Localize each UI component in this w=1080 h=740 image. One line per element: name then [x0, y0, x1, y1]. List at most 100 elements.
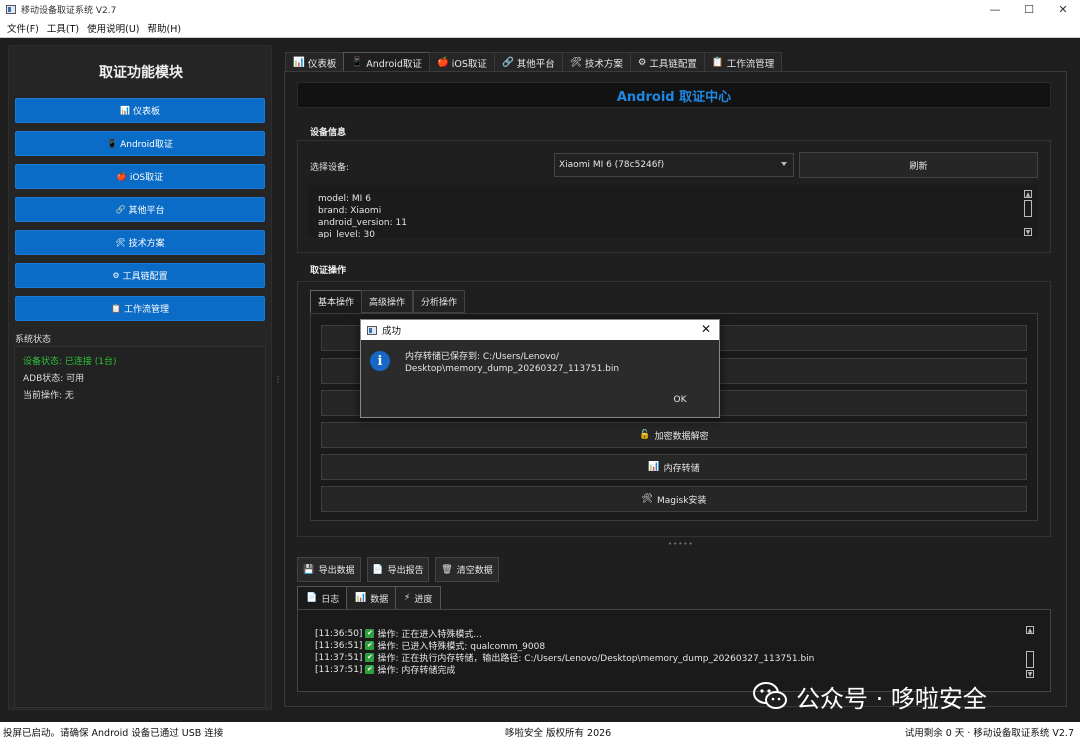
gear-icon: ⚙ [637, 57, 647, 68]
log-text-line: 操作: 内存转储完成 [377, 666, 456, 676]
nav-toolchain-config-button[interactable]: ⚙ 工具链配置 [15, 263, 265, 288]
close-icon[interactable]: ✕ [701, 322, 711, 336]
tab-other-platforms[interactable]: 🔗 其他平台 [493, 52, 563, 72]
scroll-down-icon[interactable]: ▼ [1026, 670, 1034, 678]
minimize-button[interactable]: — [978, 0, 1012, 18]
nav-android-button[interactable]: 📱 Android取证 [15, 131, 265, 156]
chart-icon: 📊 [293, 57, 305, 68]
scroll-up-icon[interactable]: ▲ [1024, 190, 1032, 198]
current-operation-status: 当前操作: 无 [23, 391, 74, 401]
memory-dump-button[interactable]: 📊 内存转储 [321, 454, 1027, 480]
refresh-button[interactable]: 刷新 [799, 152, 1038, 178]
dialog-titlebar: 成功 ✕ [361, 320, 719, 340]
close-button[interactable]: ✕ [1046, 0, 1080, 18]
tab-tech-solutions[interactable]: 🛠 技术方案 [561, 52, 631, 72]
chart-icon: 📊 [648, 462, 660, 472]
status-left: 投屏已启动。请确保 Android 设备已通过 USB 连接 [3, 728, 224, 739]
watermark-text: 公众号 · 哆啦安全 [796, 684, 987, 713]
device-select-value: Xiaomi MI 6 (78c5246f) [559, 160, 665, 170]
disk-icon: 💾 [303, 564, 315, 575]
nav-other-platforms-button[interactable]: 🔗 其他平台 [15, 197, 265, 222]
nav-workflow-button[interactable]: 📋 工作流管理 [15, 296, 265, 321]
device-info-text[interactable]: model: MI 6 brand: Xiaomi android_versio… [308, 185, 1038, 238]
device-status: 设备状态: 已连接 (1台) [23, 357, 117, 367]
log-line: [11:37:51] ✔ 操作: 内存转储完成 [315, 663, 456, 677]
splitter-handle[interactable]: ⋮ [274, 375, 282, 384]
magisk-install-button[interactable]: 🛠 Magisk安装 [321, 486, 1027, 512]
app-icon [6, 4, 16, 14]
document-icon: 📄 [306, 593, 318, 603]
tab-label: 技术方案 [584, 58, 623, 70]
tab-android[interactable]: 📱 Android取证 [343, 52, 430, 72]
operations-label: 取证操作 [310, 266, 347, 276]
decrypt-data-button[interactable]: 🔓 加密数据解密 [321, 422, 1027, 448]
apple-icon: 🍎 [436, 57, 449, 68]
select-device-label: 选择设备: [310, 163, 350, 173]
chevron-down-icon [781, 162, 787, 166]
window-controls: — ☐ ✕ [978, 0, 1080, 18]
menu-tools[interactable]: 工具(T) [43, 21, 83, 35]
status-bar: 投屏已启动。请确保 Android 设备已通过 USB 连接 哆啦安全 版权所有… [0, 722, 1080, 740]
operation-label: 内存转储 [663, 463, 700, 474]
scrollbar-thumb[interactable] [1026, 651, 1034, 668]
tab-label: 数据 [370, 594, 389, 605]
splitter-handle[interactable]: ••••• [668, 540, 694, 548]
operation-label: 加密数据解密 [654, 431, 709, 442]
document-icon: 📄 [372, 564, 384, 575]
scroll-down-icon[interactable]: ▼ [1024, 228, 1032, 236]
export-data-button[interactable]: 💾 导出数据 [297, 557, 361, 582]
tab-dashboard[interactable]: 📊 仪表板 [285, 52, 345, 72]
ok-button[interactable]: OK [643, 389, 717, 411]
status-center: 哆啦安全 版权所有 2026 [505, 728, 612, 739]
tab-label: 工具链配置 [649, 58, 697, 70]
phone-icon: 📱 [107, 139, 118, 148]
chart-icon: 📊 [355, 593, 367, 603]
wechat-icon [753, 682, 787, 709]
scrollbar-thumb[interactable] [1024, 200, 1032, 217]
tab-progress[interactable]: ⚡ 进度 [395, 586, 442, 610]
tools-icon: 🛠 [641, 494, 654, 504]
dialog-message-line: Desktop\memory_dump_20260327_113751.bin [405, 364, 620, 374]
device-info-label: 设备信息 [310, 128, 347, 138]
menu-file[interactable]: 文件(F) [3, 21, 43, 35]
tab-log[interactable]: 📄 日志 [297, 586, 349, 610]
sidebar-title: 取证功能模块 [99, 65, 183, 81]
log-text[interactable]: [11:36:50] ✔ 操作: 正在进入特殊模式... [11:36:51] ✔ 操作… [306, 618, 1019, 686]
menu-help[interactable]: 帮助(H) [143, 21, 185, 35]
nav-tech-solutions-button[interactable]: 🛠 技术方案 [15, 230, 265, 255]
tab-data[interactable]: 📊 数据 [346, 586, 398, 610]
maximize-button[interactable]: ☐ [1012, 0, 1046, 18]
tab-workflow[interactable]: 📋 工作流管理 [703, 52, 783, 72]
export-report-button[interactable]: 📄 导出报告 [367, 557, 429, 582]
nav-label: 工作流管理 [123, 305, 169, 315]
clear-data-button[interactable]: 🗑 清空数据 [435, 557, 499, 582]
dialog-title: 成功 [382, 326, 402, 337]
nav-dashboard-button[interactable]: 📊 仪表板 [15, 98, 265, 123]
subtab-basic[interactable]: 基本操作 [310, 290, 363, 313]
tab-toolchain-config[interactable]: ⚙ 工具链配置 [629, 52, 705, 72]
subtab-advanced[interactable]: 高级操作 [361, 290, 414, 313]
check-icon: ✔ [365, 641, 375, 650]
device-info-line: model: MI 6 [318, 194, 371, 204]
device-select[interactable]: Xiaomi MI 6 (78c5246f) [554, 153, 794, 177]
app-icon [367, 325, 377, 335]
menu-usage[interactable]: 使用说明(U) [83, 21, 143, 35]
lightning-icon: ⚡ [404, 593, 411, 603]
clipboard-icon: 📋 [711, 57, 724, 68]
log-time: [11:37:51] [315, 664, 363, 675]
subtab-analysis[interactable]: 分析操作 [413, 290, 466, 313]
tools-icon: 🛠 [569, 57, 582, 68]
phone-icon: 📱 [351, 57, 364, 68]
chart-icon: 📊 [120, 106, 130, 115]
scroll-up-icon[interactable]: ▲ [1026, 626, 1034, 634]
log-time: [11:37:51] [315, 652, 363, 663]
nav-label: iOS取证 [129, 173, 164, 183]
sidebar: 取证功能模块 📊 仪表板 📱 Android取证 🍎 iOS取证 🔗 其他平台 … [8, 45, 272, 710]
watermark: 公众号 · 哆啦安全 [752, 678, 987, 714]
check-icon: ✔ [365, 653, 375, 662]
tab-label: 工作流管理 [726, 58, 775, 70]
android-header: Android 取证中心 [297, 82, 1051, 108]
nav-ios-button[interactable]: 🍎 iOS取证 [15, 164, 265, 189]
action-label: 导出数据 [318, 566, 355, 576]
tab-ios[interactable]: 🍎 iOS取证 [428, 52, 495, 72]
